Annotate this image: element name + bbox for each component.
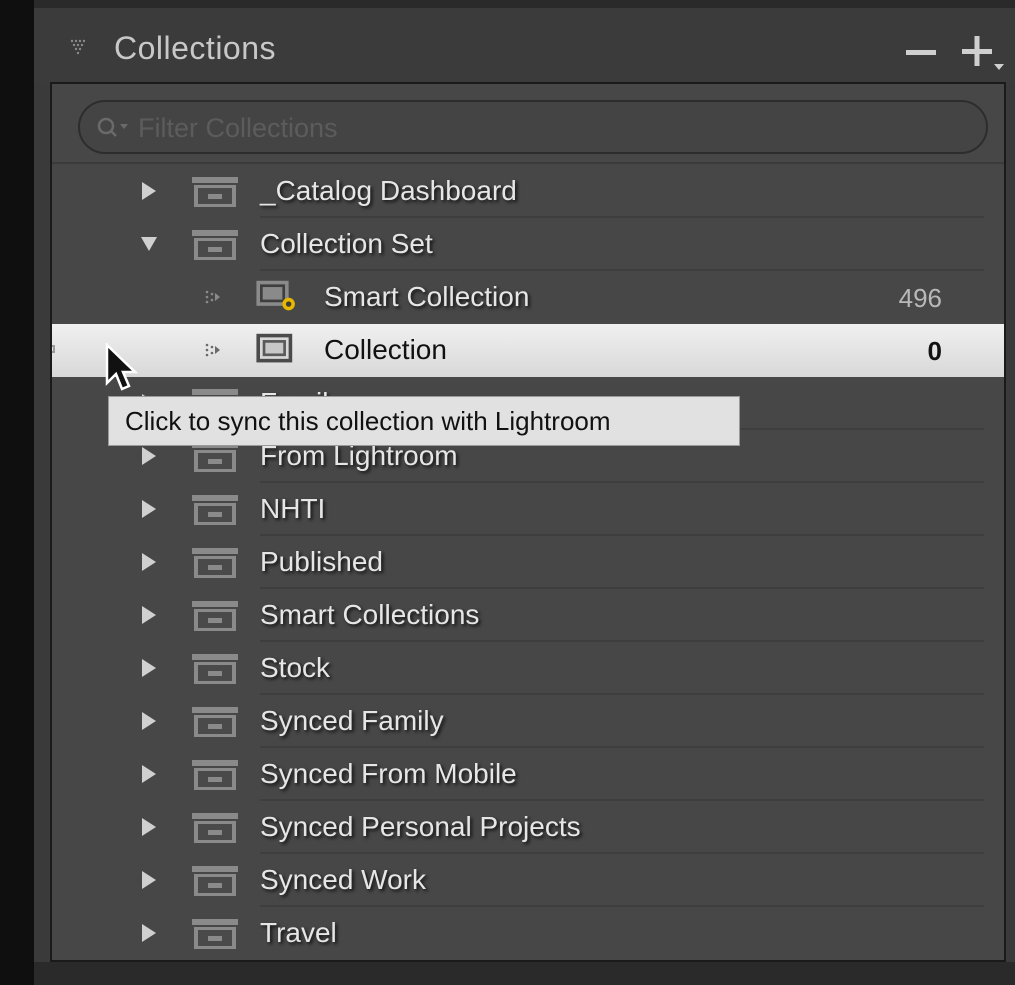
- collection-set-row[interactable]: NHTI: [52, 483, 1004, 536]
- collection-set-icon: [192, 495, 238, 525]
- collection-set-icon: [192, 707, 238, 737]
- collection-set-row[interactable]: Synced Family: [52, 695, 1004, 748]
- collection-set-icon: [192, 654, 238, 684]
- collection-set-row[interactable]: _Catalog Dashboard: [52, 165, 1004, 218]
- collection-set-row[interactable]: Stock: [52, 642, 1004, 695]
- collection-set-icon: [192, 813, 238, 843]
- expand-arrow-icon[interactable]: [140, 710, 158, 732]
- collection-set-row[interactable]: Synced Work: [52, 854, 1004, 907]
- filter-input[interactable]: [136, 110, 940, 146]
- row-label: Published: [260, 546, 383, 577]
- row-label: Synced Work: [260, 864, 426, 895]
- collection-set-row[interactable]: Published: [52, 536, 1004, 589]
- row-label: Collection Set: [260, 228, 433, 259]
- panel-bottom: [34, 962, 1015, 985]
- row-label: Travel: [260, 917, 337, 948]
- search-icon[interactable]: [96, 116, 132, 138]
- collection-set-row[interactable]: Smart Collections: [52, 589, 1004, 642]
- collection-icon: [256, 333, 293, 363]
- collection-set-icon: [192, 866, 238, 896]
- remove-collection-button[interactable]: [902, 32, 942, 72]
- sync-arrow-icon[interactable]: [50, 336, 60, 362]
- expand-arrow-icon[interactable]: [140, 180, 158, 202]
- row-label: Synced From Mobile: [260, 758, 517, 789]
- expand-arrow-icon[interactable]: [140, 816, 158, 838]
- photo-count: 0: [927, 336, 942, 366]
- collection-set-icon: [192, 919, 238, 949]
- collection-set-icon: [192, 760, 238, 790]
- row-label: Smart Collections: [260, 599, 480, 630]
- collection-set-icon: [192, 230, 238, 260]
- panel-title: Collections: [114, 30, 277, 66]
- sync-tooltip: Click to sync this collection with Light…: [108, 396, 740, 446]
- row-label: Stock: [260, 652, 331, 683]
- expand-arrow-icon[interactable]: [140, 498, 158, 520]
- expand-arrow-icon[interactable]: [140, 604, 158, 626]
- drag-handle-icon[interactable]: [204, 342, 222, 358]
- collapse-triangle-icon[interactable]: [69, 38, 87, 56]
- expand-arrow-icon[interactable]: [140, 445, 158, 467]
- expand-arrow-icon[interactable]: [140, 763, 158, 785]
- collection-set-icon: [192, 601, 238, 631]
- collapse-arrow-icon[interactable]: [140, 233, 158, 255]
- collections-list: _Catalog Dashboard Collection Set: [50, 82, 1006, 962]
- collection-set-row[interactable]: Synced Personal Projects: [52, 801, 1004, 854]
- smart-collection-icon: [256, 280, 295, 311]
- collection-row-selected[interactable]: Collection 0: [52, 324, 1004, 377]
- mouse-cursor-icon: [105, 343, 138, 391]
- row-label: _Catalog Dashboard: [260, 175, 517, 206]
- filter-field[interactable]: [78, 100, 988, 154]
- row-label: Collection: [324, 334, 447, 365]
- add-collection-button[interactable]: [956, 28, 1008, 76]
- collection-set-row[interactable]: Collection Set: [52, 218, 1004, 271]
- row-label: Synced Family: [260, 705, 444, 736]
- collection-set-row[interactable]: Travel: [52, 907, 1004, 960]
- smart-collection-row[interactable]: Smart Collection 496: [52, 271, 1004, 324]
- expand-arrow-icon[interactable]: [140, 657, 158, 679]
- left-edge: [0, 0, 34, 985]
- panel-header[interactable]: Collections: [34, 8, 1015, 84]
- row-label: Smart Collection: [324, 281, 530, 312]
- filter-divider: [52, 162, 1004, 164]
- collection-set-icon: [192, 177, 238, 207]
- photo-count: 496: [898, 283, 942, 313]
- collection-set-icon: [192, 548, 238, 578]
- panel-top-border: [34, 0, 1015, 8]
- expand-arrow-icon[interactable]: [140, 551, 158, 573]
- collection-set-row[interactable]: Synced From Mobile: [52, 748, 1004, 801]
- expand-arrow-icon[interactable]: [140, 922, 158, 944]
- row-label: NHTI: [260, 493, 326, 524]
- collections-panel: Collections Filter Collections _Catalog …: [34, 0, 1015, 985]
- drag-handle-icon[interactable]: [204, 289, 222, 305]
- expand-arrow-icon[interactable]: [140, 869, 158, 891]
- row-label: Synced Personal Projects: [260, 811, 581, 842]
